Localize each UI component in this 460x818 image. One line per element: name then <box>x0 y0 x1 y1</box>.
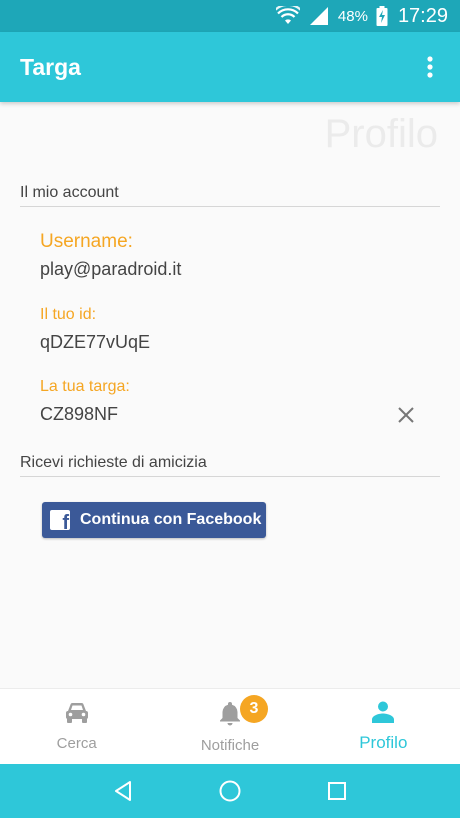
user-id-label: Il tuo id: <box>40 306 97 323</box>
nav-item-profilo[interactable]: Profilo <box>307 689 460 764</box>
facebook-login-button[interactable]: f Continua con Facebook <box>42 502 266 538</box>
recents-icon[interactable] <box>317 771 357 811</box>
facebook-icon: f <box>50 510 70 530</box>
plate-value: CZ898NF <box>40 404 119 424</box>
username-label: Username: <box>40 231 133 252</box>
username-value: play@paradroid.it <box>40 259 182 279</box>
nav-item-cerca[interactable]: Cerca <box>0 689 153 764</box>
app-title: Targa <box>20 53 81 80</box>
home-icon[interactable] <box>210 771 250 811</box>
app-bar: Targa <box>0 32 460 102</box>
clock: 17:29 <box>397 4 448 27</box>
battery-percent: 48% <box>337 7 368 25</box>
battery-charging-icon <box>376 6 388 26</box>
signal-icon <box>308 6 330 26</box>
profile-content: Profilo Il mio account Username: play@pa… <box>0 102 460 688</box>
more-vert-icon[interactable] <box>418 52 442 82</box>
section-header-friend-requests: Ricevi richieste di amicizia <box>20 454 440 477</box>
wifi-icon <box>275 6 300 26</box>
section-header-account: Il mio account <box>20 184 440 207</box>
nav-label-notifiche: Notifiche <box>200 736 260 754</box>
bottom-navigation: Cerca Notifiche Profilo <box>0 688 460 764</box>
plate-label: La tua targa: <box>40 378 130 395</box>
bell-icon <box>219 700 241 731</box>
back-icon[interactable] <box>103 771 143 811</box>
status-bar: 48% 17:29 <box>0 0 460 32</box>
person-icon <box>371 700 395 729</box>
car-icon <box>64 702 90 729</box>
nav-label-cerca: Cerca <box>56 734 97 752</box>
system-navigation-bar <box>0 764 460 818</box>
facebook-button-label: Continua con Facebook <box>80 511 262 528</box>
page-heading: Profilo <box>324 112 438 156</box>
nav-label-profilo: Profilo <box>359 733 408 752</box>
close-icon[interactable] <box>392 401 420 429</box>
notification-badge: 3 <box>240 695 268 723</box>
user-id-value: qDZE77vUqE <box>40 332 151 352</box>
nav-item-notifiche[interactable]: Notifiche <box>153 689 306 764</box>
